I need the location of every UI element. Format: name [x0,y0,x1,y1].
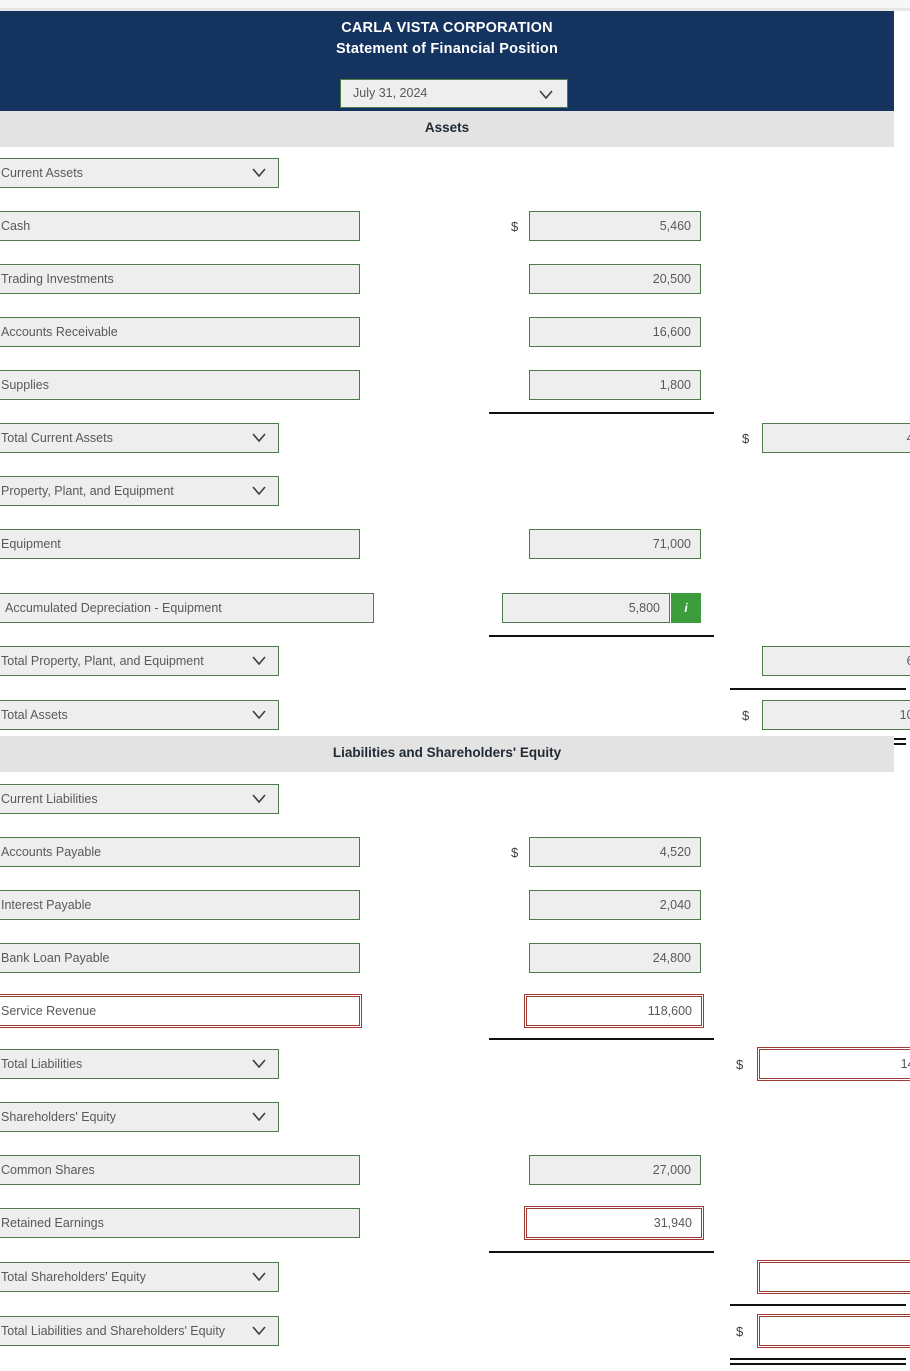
liability-row-label[interactable]: Bank Loan Payable [0,943,360,973]
total-shareholders-equity-amount[interactable] [757,1260,910,1294]
total-ppe-dropdown[interactable]: Total Property, Plant, and Equipment [0,646,279,676]
chevron-down-icon [250,482,268,499]
dollar-sign: $ [736,1324,744,1339]
asset-row-amount[interactable]: 1,800 [529,370,701,400]
date-select-value: July 31, 2024 [353,86,428,100]
dollar-sign: $ [511,219,519,234]
equity-row-label[interactable]: Common Shares [0,1155,360,1185]
liability-row-label[interactable]: Accounts Payable [0,837,360,867]
ppe-header-label: Property, Plant, and Equipment [1,484,174,498]
subtotal-rule [489,1251,714,1253]
equipment-amount[interactable]: 71,000 [529,529,701,559]
shareholders-equity-header-label: Shareholders' Equity [1,1110,116,1124]
date-select[interactable]: July 31, 2024 [340,79,568,108]
chevron-down-icon [250,429,268,446]
equity-row-amount[interactable]: 27,000 [529,1155,701,1185]
total-liabilities-and-equity-amount[interactable] [757,1314,910,1348]
chevron-down-icon [250,652,268,669]
asset-row-amount[interactable]: 20,500 [529,264,701,294]
accumulated-depreciation-label[interactable]: Accumulated Depreciation - Equipment [0,593,374,623]
subtotal-rule [730,688,906,690]
total-assets-amount[interactable]: 109, [762,700,910,730]
chevron-down-icon [250,1108,268,1125]
asset-row-amount[interactable]: 5,460 [529,211,701,241]
liability-row-amount[interactable]: 4,520 [529,837,701,867]
current-assets-header-label: Current Assets [1,166,83,180]
liability-row-amount[interactable]: 2,040 [529,890,701,920]
chevron-down-icon [250,790,268,807]
chevron-down-icon [250,164,268,181]
liability-row-amount[interactable]: 118,600 [524,994,704,1028]
statement-title: Statement of Financial Position [335,41,559,57]
total-liabilities-and-equity-label: Total Liabilities and Shareholders' Equi… [1,1324,226,1338]
page-top-gutter [0,0,910,8]
subtotal-rule [489,412,714,414]
liabilities-section-band: Liabilities and Shareholders' Equity [0,736,894,772]
total-current-assets-amount[interactable]: 44, [762,423,910,453]
total-shareholders-equity-label: Total Shareholders' Equity [1,1270,146,1284]
ppe-header-dropdown[interactable]: Property, Plant, and Equipment [0,476,279,506]
asset-row-amount[interactable]: 16,600 [529,317,701,347]
equipment-label[interactable]: Equipment [0,529,360,559]
equity-row-label[interactable]: Retained Earnings [0,1208,360,1238]
shareholders-equity-header-dropdown[interactable]: Shareholders' Equity [0,1102,279,1132]
accumulated-depreciation-amount[interactable]: 5,800 [502,593,670,623]
total-liabilities-and-equity-dropdown[interactable]: Total Liabilities and Shareholders' Equi… [0,1316,279,1346]
financial-statement-page: CARLA VISTA CORPORATION Statement of Fin… [0,0,910,1371]
total-ppe-amount[interactable]: 65, [762,646,910,676]
dollar-sign: $ [511,845,519,860]
equity-row-amount[interactable]: 31,940 [524,1206,704,1240]
asset-row-label[interactable]: Trading Investments [0,264,360,294]
chevron-down-icon [250,1322,268,1339]
subtotal-rule [730,1304,906,1306]
total-shareholders-equity-dropdown[interactable]: Total Shareholders' Equity [0,1262,279,1292]
total-liabilities-dropdown[interactable]: Total Liabilities [0,1049,279,1079]
liability-row-label[interactable]: Service Revenue [0,994,362,1028]
total-assets-label: Total Assets [1,708,68,722]
statement-header: CARLA VISTA CORPORATION Statement of Fin… [0,11,894,111]
liability-row-amount[interactable]: 24,800 [529,943,701,973]
current-liabilities-header-label: Current Liabilities [1,792,98,806]
assets-section-band: Assets [0,111,894,147]
statement-sheet: CARLA VISTA CORPORATION Statement of Fin… [0,11,910,1371]
info-icon[interactable]: i [671,593,701,623]
total-liabilities-amount[interactable]: 149, [757,1047,910,1081]
chevron-down-icon [250,1268,268,1285]
company-name: CARLA VISTA CORPORATION [341,20,553,36]
chevron-down-icon [250,1055,268,1072]
total-assets-dropdown[interactable]: Total Assets [0,700,279,730]
total-current-assets-label: Total Current Assets [1,431,113,445]
asset-row-label[interactable]: Cash [0,211,360,241]
current-assets-header-dropdown[interactable]: Current Assets [0,158,279,188]
liability-row-label[interactable]: Interest Payable [0,890,360,920]
asset-row-label[interactable]: Supplies [0,370,360,400]
asset-row-label[interactable]: Accounts Receivable [0,317,360,347]
subtotal-rule [489,1038,714,1040]
subtotal-rule [489,635,714,637]
total-current-assets-dropdown[interactable]: Total Current Assets [0,423,279,453]
chevron-down-icon [250,706,268,723]
total-ppe-label: Total Property, Plant, and Equipment [1,654,204,668]
chevron-down-icon [537,86,555,103]
dollar-sign: $ [742,431,750,446]
total-double-rule [730,1358,906,1365]
total-liabilities-label: Total Liabilities [1,1057,83,1071]
current-liabilities-header-dropdown[interactable]: Current Liabilities [0,784,279,814]
dollar-sign: $ [736,1057,744,1072]
dollar-sign: $ [742,708,750,723]
